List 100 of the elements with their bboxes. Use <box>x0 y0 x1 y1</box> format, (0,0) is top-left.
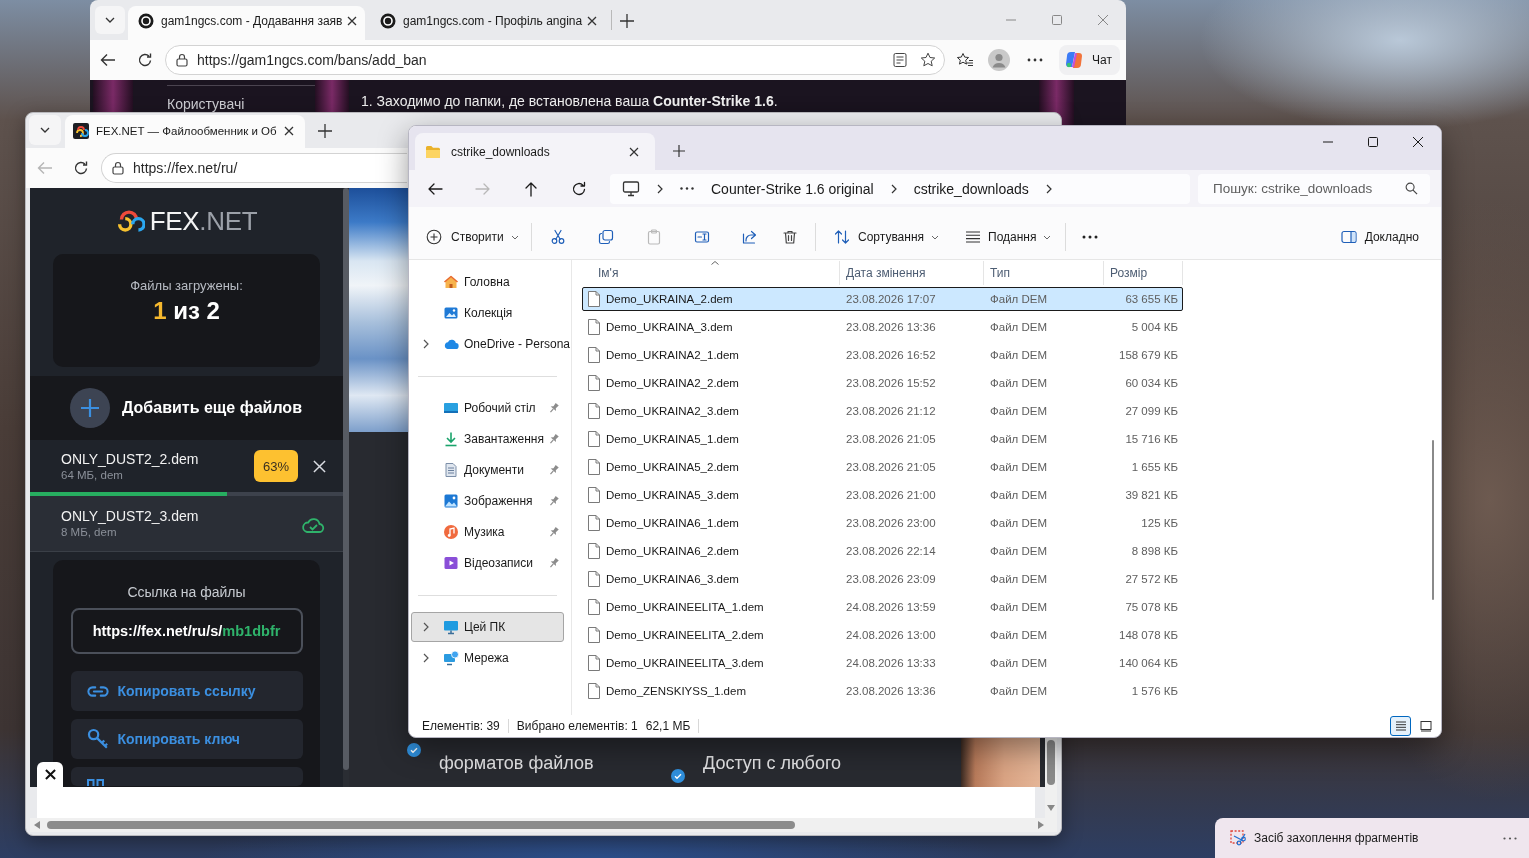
file-row[interactable]: Demo_ZENSKIYSS_1.dem 23.08.2026 13:36 Файл DEM 1 576 КБ <box>582 679 1183 703</box>
close-icon[interactable] <box>629 146 639 157</box>
file-icon <box>588 403 600 419</box>
site-favicon-icon <box>380 13 396 29</box>
more-icon[interactable] <box>1503 836 1517 840</box>
close-icon[interactable] <box>587 16 597 26</box>
copy-icon[interactable] <box>598 229 614 245</box>
column-header[interactable]: Розмір <box>1104 261 1183 285</box>
close-icon[interactable] <box>1412 137 1423 147</box>
expand-chevron-icon[interactable] <box>423 653 429 663</box>
search-field[interactable]: Пошук: cstrike_downloads <box>1198 173 1430 204</box>
more-icon[interactable] <box>1082 235 1098 239</box>
selection-count: Вибрано елементів: 1 <box>516 719 638 733</box>
column-header[interactable]: Ім'я <box>582 261 840 285</box>
refresh-icon[interactable] <box>73 160 89 176</box>
scroll-right-icon[interactable] <box>1038 821 1044 829</box>
scrollbar-thumb[interactable] <box>1047 740 1055 785</box>
expand-chevron-icon[interactable] <box>423 622 429 632</box>
maximize-icon[interactable] <box>1367 137 1378 147</box>
browser-tab[interactable]: gam1ngcs.com - Профіль angina <box>370 6 605 40</box>
file-row[interactable]: Demo_UKRAINEELITA_2.dem 24.08.2026 13:00 Файл DEM 148 078 КБ <box>582 623 1183 647</box>
sidebar-item[interactable]: Мережа <box>411 643 569 673</box>
file-row[interactable]: Demo_UKRAINA6_2.dem 23.08.2026 22:14 Файл DEM 8 898 КБ <box>582 539 1183 563</box>
sidebar-item[interactable]: Робочий стіл <box>411 393 569 423</box>
file-row[interactable]: Demo_UKRAINA6_3.dem 23.08.2026 23:09 Файл DEM 27 572 КБ <box>582 567 1183 591</box>
reader-view-icon[interactable] <box>892 52 908 68</box>
file-row[interactable]: Demo_UKRAINA5_3.dem 23.08.2026 21:00 Файл DEM 39 821 КБ <box>582 483 1183 507</box>
favorites-icon[interactable] <box>956 52 974 68</box>
close-icon[interactable] <box>347 16 357 26</box>
file-meta: 64 МБ, dem <box>61 467 124 482</box>
copy-key-button[interactable]: Копировать ключ <box>70 719 303 759</box>
file-row[interactable]: Demo_UKRAINA5_2.dem 23.08.2026 21:05 Файл DEM 1 655 КБ <box>582 455 1183 479</box>
back-arrow-icon[interactable] <box>100 52 116 68</box>
new-button[interactable]: Створити <box>418 221 520 253</box>
breadcrumb-item[interactable]: cstrike_downloads <box>913 180 1029 197</box>
nav-link[interactable]: Користувачі <box>167 96 245 112</box>
avatar-icon[interactable] <box>988 49 1010 71</box>
file-size: 1 655 КБ <box>1130 461 1179 473</box>
file-row[interactable]: Demo_UKRAINA2_1.dem 23.08.2026 16:52 Файл DEM 158 679 КБ <box>582 343 1183 367</box>
refresh-icon[interactable] <box>571 180 587 197</box>
scrollbar-thumb[interactable] <box>47 821 795 829</box>
file-icon <box>588 319 600 335</box>
column-header[interactable]: Тип <box>984 261 1104 285</box>
sidebar-item[interactable]: Головна <box>411 267 569 297</box>
file-icon <box>588 683 600 699</box>
file-type: Файл DEM <box>989 349 1049 361</box>
more-icon[interactable] <box>1027 58 1043 62</box>
close-button[interactable] <box>37 762 63 787</box>
refresh-icon[interactable] <box>137 52 153 68</box>
file-row[interactable]: Demo_UKRAINA_3.dem 23.08.2026 13:36 Файл DEM 5 004 КБ <box>582 315 1183 339</box>
scroll-down-icon[interactable] <box>1047 805 1055 811</box>
address-field[interactable]: https://fex.net/ru/ <box>101 153 407 183</box>
copy-link-button[interactable]: Копировать ссылку <box>70 671 303 711</box>
new-tab-icon[interactable] <box>318 124 332 138</box>
feature-text: Доступ с любого <box>703 752 842 775</box>
expand-chevron-icon[interactable] <box>423 339 429 349</box>
browser-tab[interactable]: gam1ngcs.com - Додавання заяв <box>128 6 365 40</box>
star-icon[interactable] <box>920 52 936 68</box>
file-row[interactable]: Demo_UKRAINA2_3.dem 23.08.2026 21:12 Файл DEM 27 099 КБ <box>582 399 1183 423</box>
file-row[interactable]: Demo_UKRAINEELITA_1.dem 24.08.2026 13:59 Файл DEM 75 078 КБ <box>582 595 1183 619</box>
modified-date: 23.08.2026 22:14 <box>845 545 937 557</box>
new-tab-icon[interactable] <box>620 14 634 28</box>
sidebar-item[interactable]: Відеозаписи <box>411 548 569 578</box>
scissors-icon[interactable] <box>550 229 566 245</box>
share-icon[interactable] <box>742 229 758 245</box>
share-link-field[interactable]: https://fex.net/ru/s/mb1dbfr <box>70 608 303 654</box>
address-field[interactable]: https://gam1ngcs.com/bans/add_ban <box>165 45 945 75</box>
sidebar-item[interactable]: Завантаження <box>411 424 569 454</box>
file-row[interactable]: Demo_UKRAINA6_1.dem 23.08.2026 23:00 Файл DEM 125 КБ <box>582 511 1183 535</box>
scroll-left-icon[interactable] <box>34 821 40 829</box>
more-icon[interactable] <box>680 187 694 190</box>
address-bar[interactable]: Counter-Strike 1.6 original cstrike_downloads <box>610 173 1190 204</box>
close-icon[interactable] <box>284 125 294 136</box>
file-row[interactable]: Demo_UKRAINA5_1.dem 23.08.2026 21:05 Файл DEM 15 716 КБ <box>582 427 1183 451</box>
sort-button[interactable]: Сортування <box>826 221 938 253</box>
sidebar-item[interactable]: Зображення <box>411 486 569 516</box>
column-header[interactable]: Дата змінення <box>840 261 984 285</box>
rename-icon[interactable] <box>694 229 710 245</box>
view-button[interactable]: Подання <box>956 221 1053 253</box>
add-files-button[interactable]: Добавить еще файлов <box>30 376 343 440</box>
browser-tab[interactable]: FEX.NET — Файлообменник и Об <box>65 115 305 148</box>
file-row[interactable]: Demo_UKRAINA_2.dem 23.08.2026 17:07 Файл DEM 63 655 КБ <box>582 287 1183 311</box>
file-row[interactable]: Demo_UKRAINA2_2.dem 23.08.2026 15:52 Файл DEM 60 034 КБ <box>582 371 1183 395</box>
new-tab-icon[interactable] <box>673 145 685 157</box>
sidebar-item[interactable]: Цей ПК <box>411 612 564 642</box>
chat-button[interactable]: Чат <box>1059 45 1120 75</box>
breadcrumb-item[interactable]: Counter-Strike 1.6 original <box>711 180 874 197</box>
details-button[interactable]: Докладно <box>1332 221 1427 253</box>
scrollbar-thumb[interactable] <box>1432 440 1434 600</box>
folder-tab[interactable]: cstrike_downloads <box>415 133 655 170</box>
file-row[interactable]: Demo_UKRAINEELITA_3.dem 24.08.2026 13:33 Файл DEM 140 064 КБ <box>582 651 1183 675</box>
file-type: Файл DEM <box>989 433 1049 445</box>
up-arrow-icon[interactable] <box>523 180 539 197</box>
trash-icon[interactable] <box>782 229 798 245</box>
sidebar-item[interactable]: Колекція <box>411 298 569 328</box>
sidebar-item[interactable]: Музика <box>411 517 569 547</box>
sidebar-item[interactable]: Документи <box>411 455 569 485</box>
sidebar-item[interactable]: OneDrive - Persona <box>411 329 569 359</box>
file-size: 63 655 КБ <box>1124 293 1179 305</box>
details-view-button[interactable] <box>1390 716 1411 736</box>
